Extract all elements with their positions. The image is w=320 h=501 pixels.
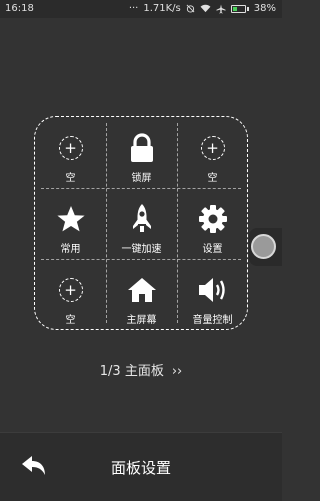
gear-icon	[198, 205, 227, 233]
battery-percent: 38%	[253, 3, 276, 14]
lock-icon	[130, 133, 153, 162]
panel-item-label: 音量控制	[192, 315, 233, 326]
home-icon	[127, 278, 156, 302]
panel-item-label: 设置	[202, 244, 223, 255]
quick-panel: + 空 锁屏 + 空 常用 一键加速 设置 + 空 主屏幕 音量控制	[34, 116, 248, 330]
panel-item-label: 常用	[60, 244, 81, 255]
panel-item-label: 一键加速	[121, 244, 162, 255]
add-circle-icon: +	[200, 136, 225, 160]
status-right: ··· 1.71K/s 38%	[129, 3, 276, 14]
add-circle-icon: +	[58, 278, 83, 302]
wifi-icon	[200, 4, 211, 13]
page-title: 面板设置	[110, 459, 171, 477]
pager-label: 1/3 主面板	[99, 364, 164, 379]
floating-ball-button[interactable]	[251, 234, 276, 259]
battery-icon	[230, 4, 249, 13]
network-speed: 1.71K/s	[143, 3, 181, 14]
status-dots: ···	[128, 3, 139, 14]
panel-item-home[interactable]: 主屏幕	[106, 259, 177, 330]
add-circle-icon: +	[58, 136, 83, 160]
panel-pager[interactable]: 1/3 主面板 ››	[0, 360, 282, 379]
panel-slot-empty-2[interactable]: + 空	[177, 117, 248, 188]
status-time: 16:18	[5, 3, 34, 14]
chevron-right-icon[interactable]: ››	[172, 364, 182, 379]
alarm-off-icon	[186, 4, 195, 13]
airplane-icon	[216, 4, 226, 14]
rocket-icon	[132, 204, 151, 232]
status-bar: 16:18 ··· 1.71K/s 38%	[0, 0, 282, 18]
panel-slot-label: 空	[65, 315, 76, 326]
volume-icon	[198, 278, 225, 302]
panel-slot-empty-1[interactable]: + 空	[35, 117, 106, 188]
panel-item-label: 主屏幕	[126, 315, 157, 326]
panel-slot-label: 空	[207, 173, 218, 184]
panel-item-lock-screen[interactable]: 锁屏	[106, 117, 177, 188]
panel-item-volume[interactable]: 音量控制	[177, 259, 248, 330]
panel-item-favorites[interactable]: 常用	[35, 188, 106, 259]
panel-slot-label: 空	[65, 173, 76, 184]
star-icon	[56, 206, 85, 232]
bottom-bar: 面板设置	[0, 432, 282, 501]
panel-item-label: 锁屏	[131, 173, 152, 184]
panel-item-boost[interactable]: 一键加速	[106, 188, 177, 259]
panel-slot-empty-3[interactable]: + 空	[35, 259, 106, 330]
panel-item-settings[interactable]: 设置	[177, 188, 248, 259]
